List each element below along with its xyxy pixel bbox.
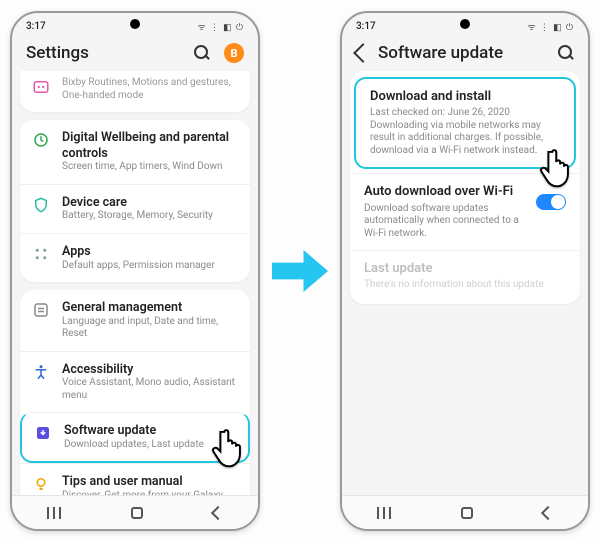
- settings-row-title: Apps: [62, 244, 238, 260]
- settings-row-title: Software update: [64, 423, 236, 439]
- nav-back-icon[interactable]: [211, 505, 225, 519]
- accessibility-icon: [32, 363, 50, 381]
- settings-row-title: Tips and user manual: [62, 474, 238, 490]
- status-icons-right: ᯤ ⋮ ◧ ⏻: [197, 20, 244, 33]
- row-title: Download and install: [370, 89, 560, 105]
- device-care-icon: [32, 196, 50, 214]
- search-icon[interactable]: [194, 45, 210, 61]
- row-sub: There's no information about this update: [364, 279, 566, 292]
- general-icon: [32, 301, 50, 319]
- settings-row-sub: Voice Assistant, Mono audio, Assistant m…: [62, 377, 238, 402]
- download-and-install-row[interactable]: Download and install Last checked on: Ju…: [354, 77, 576, 169]
- row-title: Auto download over Wi-Fi: [364, 184, 526, 200]
- settings-row-general[interactable]: General management Language and input, D…: [20, 290, 250, 351]
- avatar[interactable]: B: [224, 43, 244, 63]
- nav-recents-icon[interactable]: [377, 507, 391, 519]
- row-sub: Download software updates automatically …: [364, 203, 526, 241]
- software-update-header: Software update: [342, 35, 588, 71]
- settings-row-accessibility[interactable]: Accessibility Voice Assistant, Mono audi…: [20, 351, 250, 413]
- settings-header: Settings B: [12, 35, 258, 71]
- settings-row-sub: Screen time, App timers, Wind Down: [62, 161, 238, 174]
- status-icons-right: ᯤ ⋮ ◧ ⏻: [527, 20, 574, 33]
- settings-row-title: Digital Wellbeing and parental controls: [62, 130, 238, 161]
- nav-bar: [12, 495, 258, 529]
- row-sub: Last checked on: June 26, 2020 Downloadi…: [370, 107, 560, 157]
- nav-recents-icon[interactable]: [47, 507, 61, 519]
- settings-list[interactable]: Bixby Routines, Motions and gestures, On…: [12, 71, 258, 495]
- settings-row-sub: Download updates, Last update: [64, 439, 236, 452]
- settings-row-title: Device care: [62, 195, 238, 211]
- settings-row-sub: Battery, Storage, Memory, Security: [62, 210, 238, 223]
- last-update-row: Last update There's no information about…: [350, 250, 580, 302]
- status-time: 3:17: [26, 21, 46, 32]
- status-time: 3:17: [356, 21, 376, 32]
- settings-row-device-care[interactable]: Device care Battery, Storage, Memory, Se…: [20, 184, 250, 233]
- settings-row-title: General management: [62, 300, 238, 316]
- settings-row-bixby[interactable]: Bixby Routines, Motions and gestures, On…: [20, 71, 250, 112]
- transition-arrow-icon: [265, 236, 335, 306]
- page-title: Software update: [378, 43, 550, 63]
- auto-download-wifi-row[interactable]: Auto download over Wi-Fi Download softwa…: [350, 173, 580, 250]
- settings-row-tips[interactable]: Tips and user manual Discover, Get more …: [20, 463, 250, 495]
- nav-back-icon[interactable]: [541, 505, 555, 519]
- bixby-icon: [32, 78, 50, 96]
- nav-bar: [342, 495, 588, 529]
- search-icon[interactable]: [558, 45, 574, 61]
- back-icon[interactable]: [353, 43, 373, 63]
- tips-icon: [32, 475, 50, 493]
- software-update-list[interactable]: Download and install Last checked on: Ju…: [342, 71, 588, 495]
- phone-right: 3:17 ᯤ ⋮ ◧ ⏻ Software update Download an…: [340, 11, 590, 531]
- apps-icon: [32, 245, 50, 263]
- page-title: Settings: [26, 43, 186, 63]
- row-title: Last update: [364, 261, 566, 277]
- settings-row-apps[interactable]: Apps Default apps, Permission manager: [20, 233, 250, 282]
- wellbeing-icon: [32, 131, 50, 149]
- settings-row-software-update[interactable]: Software update Download updates, Last u…: [20, 412, 250, 463]
- nav-home-icon[interactable]: [131, 507, 143, 519]
- settings-row-sub: Bixby Routines, Motions and gestures, On…: [62, 77, 238, 102]
- camera-cutout: [130, 19, 140, 29]
- settings-row-sub: Language and input, Date and time, Reset: [62, 316, 238, 341]
- auto-download-toggle[interactable]: [536, 194, 566, 210]
- nav-home-icon[interactable]: [461, 507, 473, 519]
- phone-left: 3:17 ᯤ ⋮ ◧ ⏻ Settings B Bixby Routines, …: [10, 11, 260, 531]
- settings-row-wellbeing[interactable]: Digital Wellbeing and parental controls …: [20, 120, 250, 184]
- settings-row-title: Accessibility: [62, 362, 238, 378]
- camera-cutout: [460, 19, 470, 29]
- software-update-icon: [34, 424, 52, 442]
- settings-row-sub: Default apps, Permission manager: [62, 260, 238, 273]
